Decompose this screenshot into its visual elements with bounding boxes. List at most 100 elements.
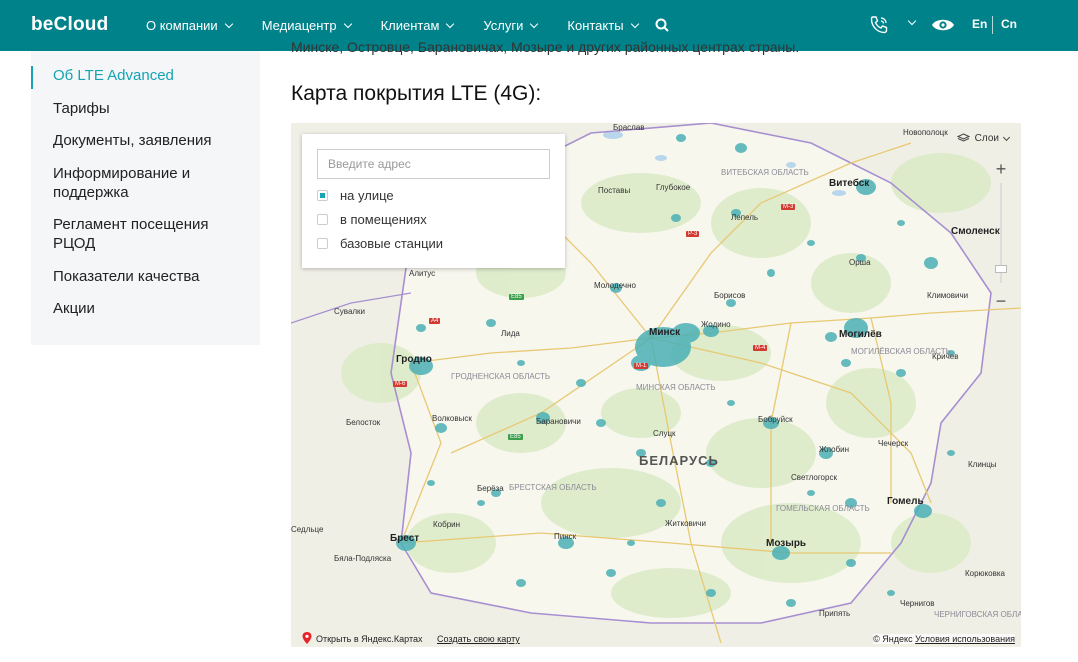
chevron-down-icon — [630, 19, 639, 29]
map-city-label: Житковичи — [665, 519, 706, 528]
nav-services[interactable]: Услуги — [483, 18, 539, 33]
page-title: Карта покрытия LTE (4G): — [291, 82, 542, 105]
phone-icon[interactable] — [868, 14, 890, 36]
map-city-label: Алитус — [409, 269, 436, 278]
map-city-label: Корюковка — [965, 569, 1005, 578]
nav-contacts[interactable]: Контакты — [567, 18, 639, 33]
map-city-label: Брест — [390, 533, 420, 544]
sidebar-item-support[interactable]: Информирование и поддержка — [53, 164, 253, 202]
chevron-down-icon — [446, 19, 455, 29]
map-copyright: © Яндекс Условия использования — [873, 634, 1015, 644]
zoom-out-button[interactable]: − — [993, 292, 1009, 310]
nav-clients-label: Клиентам — [380, 18, 440, 33]
create-map-link[interactable]: Создать свою карту — [437, 634, 520, 644]
address-search-input[interactable] — [317, 149, 550, 179]
map-footer: Открыть в Яндекс.Картах Создать свою кар… — [291, 629, 1021, 647]
map-city-label: Гомель — [887, 496, 924, 507]
map-city-label: Браслав — [613, 123, 645, 132]
map-city-label: Седльце — [291, 525, 324, 534]
map-city-label: Лепель — [731, 213, 759, 222]
map-city-label: Минск — [649, 327, 681, 338]
copyright-text: © Яндекс — [873, 634, 913, 644]
map-city-label: Витебск — [829, 178, 870, 189]
map-region-label: Гомельская область — [776, 504, 870, 513]
road-badge: A4 — [429, 318, 441, 324]
chevron-down-icon — [343, 19, 352, 29]
lang-divider — [992, 16, 993, 34]
map-city-label: Поставы — [598, 186, 631, 195]
chevron-down-icon — [1002, 133, 1011, 141]
map-city-label: Смоленск — [951, 226, 1000, 237]
map-city-label: Жодино — [701, 320, 731, 329]
map-city-label: Барановичи — [536, 417, 581, 426]
map-pin-icon — [302, 632, 312, 644]
filter-stations-label: базовые станции — [340, 236, 444, 251]
logo[interactable]: beCloud — [31, 14, 108, 36]
filter-outdoor-label: на улице — [340, 188, 394, 203]
nav-about[interactable]: О компании — [146, 18, 233, 33]
map-filter-panel: на улице в помещениях базовые станции — [302, 134, 565, 268]
map-city-label: Бяла-Подляска — [334, 554, 392, 563]
layers-icon — [956, 133, 970, 142]
sidebar-item-tariffs[interactable]: Тарифы — [53, 99, 253, 118]
sidebar-item-documents[interactable]: Документы, заявления — [53, 131, 253, 150]
sidebar: Об LTE Advanced Тарифы Документы, заявле… — [31, 51, 260, 345]
layers-button[interactable]: Слои — [956, 133, 1011, 144]
filter-indoor[interactable]: в помещениях — [317, 212, 427, 227]
nav-services-label: Услуги — [483, 18, 524, 33]
map-country-label: БЕЛАРУСЬ — [639, 453, 719, 468]
nav-contacts-label: Контакты — [567, 18, 624, 33]
open-yandex-maps-link[interactable]: Открыть в Яндекс.Картах — [316, 634, 422, 644]
filter-stations[interactable]: базовые станции — [317, 236, 443, 251]
sidebar-item-rcod[interactable]: Регламент посещения РЦОД — [53, 215, 253, 253]
eye-icon[interactable] — [931, 17, 955, 33]
map-region-label: Брестская область — [509, 483, 597, 492]
map-city-label: Берёза — [477, 484, 504, 493]
map-city-label: Жлобин — [819, 445, 850, 454]
map-city-label: Чернигов — [900, 599, 935, 608]
map-city-label: Борисов — [714, 291, 746, 300]
chevron-down-icon[interactable] — [907, 16, 917, 26]
map-city-label: Климовичи — [927, 291, 969, 300]
lang-cn[interactable]: Cn — [1001, 17, 1017, 31]
map-city-label: Припять — [819, 609, 851, 618]
sidebar-item-lte-advanced[interactable]: Об LTE Advanced — [53, 66, 253, 85]
checkbox-outdoor[interactable] — [317, 190, 328, 201]
sidebar-item-quality[interactable]: Показатели качества — [53, 267, 253, 286]
nav-media-label: Медиацентр — [261, 18, 337, 33]
map-city-label: Глубокое — [656, 183, 691, 192]
map-city-label: Чечерск — [878, 439, 909, 448]
map-city-label: Гродно — [396, 354, 432, 365]
layers-label: Слои — [974, 133, 999, 144]
road-badge: E85 — [509, 294, 524, 300]
map-city-label: Новополоцк — [903, 128, 948, 137]
lang-en[interactable]: En — [972, 17, 987, 31]
map-region-label: Черниговская область — [934, 610, 1021, 619]
chevron-down-icon — [224, 19, 233, 29]
map-city-label: Молодечно — [594, 281, 636, 290]
search-icon[interactable] — [655, 18, 669, 32]
intro-text: Минске, Островце, Барановичах, Мозыре и … — [291, 39, 800, 55]
map-city-label: Волковыск — [432, 414, 472, 423]
sidebar-item-promo[interactable]: Акции — [53, 299, 253, 318]
filter-outdoor[interactable]: на улице — [317, 188, 394, 203]
road-badge: M-1 — [634, 363, 649, 369]
map-city-label: Лида — [501, 329, 520, 338]
nav-clients[interactable]: Клиентам — [380, 18, 455, 33]
map-city-label: Мозырь — [766, 538, 807, 549]
road-badge: E85 — [508, 434, 523, 440]
road-badge: M-3 — [781, 204, 796, 210]
map-city-label: Сувалки — [334, 307, 366, 316]
checkbox-stations[interactable] — [317, 238, 328, 249]
coverage-map[interactable]: Браслав Глубокое Поставы Витебск Лепель … — [291, 123, 1021, 647]
nav-media[interactable]: Медиацентр — [261, 18, 352, 33]
checkbox-indoor[interactable] — [317, 214, 328, 225]
road-badge: M-4 — [753, 345, 768, 351]
zoom-in-button[interactable]: + — [993, 160, 1009, 178]
zoom-slider-handle[interactable] — [995, 265, 1007, 273]
filter-indoor-label: в помещениях — [340, 212, 427, 227]
terms-link[interactable]: Условия использования — [915, 634, 1015, 644]
map-region-label: Гродненская область — [451, 372, 551, 381]
map-city-label: Орша — [849, 258, 871, 267]
map-city-label: Кобрин — [433, 520, 461, 529]
